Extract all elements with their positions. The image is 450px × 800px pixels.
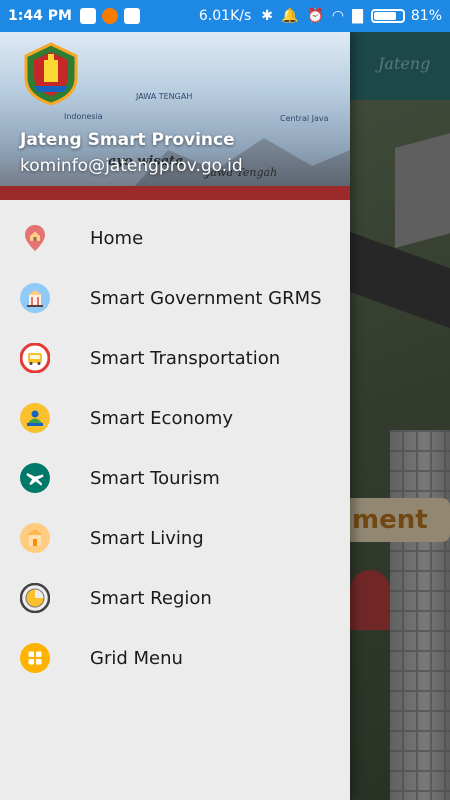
battery-icon — [370, 9, 405, 23]
menu-item-grid-menu[interactable]: Grid Menu — [0, 628, 350, 688]
drawer-menu: Home Smart Government GRMS Smart Transpo… — [0, 200, 350, 688]
alarm-icon: ⏰ — [306, 8, 324, 24]
telegram-notification-icon — [79, 8, 96, 24]
menu-label: Smart Tourism — [90, 467, 220, 489]
menu-label: Grid Menu — [90, 647, 183, 669]
menu-item-smart-transportation[interactable]: Smart Transportation — [0, 328, 350, 388]
jateng-emblem-icon — [24, 42, 78, 106]
menu-item-smart-economy[interactable]: Smart Economy — [0, 388, 350, 448]
background-app[interactable]: Jateng ment — [350, 32, 450, 800]
status-time: 1:44 PM — [8, 8, 72, 24]
grid-icon — [20, 643, 50, 673]
wifi-icon: ◠ — [331, 8, 345, 24]
drawer-header: Indonesia JAWA TENGAH Central Java ayo w… — [0, 32, 350, 200]
region-globe-icon — [20, 583, 50, 613]
scrim[interactable] — [350, 32, 450, 800]
navigation-drawer: Indonesia JAWA TENGAH Central Java ayo w… — [0, 32, 350, 800]
menu-label: Smart Living — [90, 527, 204, 549]
header-title: Jateng Smart Province — [20, 130, 235, 150]
government-building-icon — [20, 283, 50, 313]
menu-item-smart-region[interactable]: Smart Region — [0, 568, 350, 628]
menu-label: Smart Transportation — [90, 347, 281, 369]
menu-label: Smart Government GRMS — [90, 287, 322, 309]
app-notification-icon — [101, 8, 118, 24]
mute-icon: 🔔 — [281, 8, 299, 24]
home-pin-icon — [20, 223, 50, 253]
gmail-notification-icon — [123, 8, 140, 24]
menu-item-home[interactable]: Home — [0, 208, 350, 268]
house-icon — [20, 523, 50, 553]
menu-item-smart-government[interactable]: Smart Government GRMS — [0, 268, 350, 328]
economy-icon — [20, 403, 50, 433]
battery-percent: 81% — [410, 8, 442, 24]
menu-label: Home — [90, 227, 144, 249]
signal-icon: ▇ — [352, 8, 363, 24]
status-bar: 1:44 PM 6.01K/s ✱ 🔔 ⏰ ◠ ▇ 81% — [0, 0, 450, 32]
brand-central-java: Central Java — [280, 114, 329, 123]
header-email: kominfo@jatengprov.go.id — [20, 156, 243, 176]
menu-label: Smart Economy — [90, 407, 234, 429]
bluetooth-icon: ✱ — [261, 8, 273, 24]
network-speed: 6.01K/s — [198, 8, 252, 24]
menu-item-smart-living[interactable]: Smart Living — [0, 508, 350, 568]
header-banner-strip — [0, 186, 350, 200]
brand-indonesia: Indonesia — [64, 112, 103, 121]
brand-jawa-tengah: JAWA TENGAH — [136, 92, 193, 101]
bus-icon — [20, 343, 50, 373]
airplane-icon — [20, 463, 50, 493]
menu-label: Smart Region — [90, 587, 212, 609]
menu-item-smart-tourism[interactable]: Smart Tourism — [0, 448, 350, 508]
